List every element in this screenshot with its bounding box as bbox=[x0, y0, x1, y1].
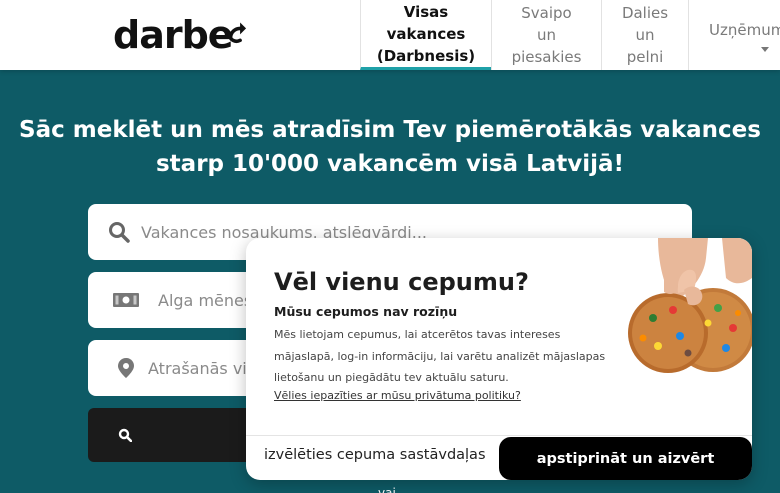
cookie-consent-dialog: Vēl vienu cepumu? Mūsu cepumos nav rozīņ… bbox=[246, 238, 752, 480]
choose-cookie-ingredients-button[interactable]: izvēlēties cepuma sastāvdaļas bbox=[264, 447, 486, 463]
search-icon bbox=[108, 221, 130, 243]
nav-tab-label-line: vakances bbox=[386, 24, 466, 43]
cookie-subtitle: Mūsu cepumos nav rozīņu bbox=[274, 304, 458, 319]
nav-tab-swipe-apply[interactable]: Svaipo un piesakies bbox=[491, 0, 601, 70]
nav-tab-label: Uzņēmumi bbox=[709, 20, 780, 39]
hero-title-line: Sāc meklēt un mēs atradīsim Tev piemērot… bbox=[19, 117, 761, 143]
nav-tab-label-line: Dalies bbox=[621, 4, 669, 22]
search-button-icon bbox=[118, 427, 133, 446]
cookie-title: Vēl vienu cepumu? bbox=[274, 268, 529, 296]
nav-tab-label-line: Visas bbox=[403, 2, 449, 21]
hero-title-line: starp 10'000 vakancēm visā Latvijā! bbox=[155, 151, 625, 177]
salary-placeholder: Alga mēnesī bbox=[158, 291, 257, 310]
nav-tab-label-line: Svaipo bbox=[521, 4, 572, 22]
nav-tab-label-line: piesakies bbox=[511, 48, 582, 66]
darbe-logo[interactable]: darbe bbox=[113, 14, 248, 56]
top-header: darbe Visas vakances (Darbnesis) Svaipo … bbox=[0, 0, 780, 70]
location-pin-icon bbox=[118, 358, 134, 378]
or-divider-text: vai bbox=[378, 486, 396, 493]
money-icon bbox=[113, 292, 139, 308]
chevron-down-icon bbox=[761, 46, 769, 52]
confirm-and-close-button[interactable]: apstiprināt un aizvērt bbox=[499, 437, 752, 480]
nav-tab-label-line: (Darbnesis) bbox=[376, 46, 476, 65]
nav-tab-label-line: un bbox=[635, 26, 655, 44]
privacy-policy-link[interactable]: Vēlies iepazīties ar mūsu privātuma poli… bbox=[274, 389, 521, 402]
nav-tab-companies[interactable]: Uzņēmumi bbox=[688, 0, 780, 70]
nav-tab-all-vacancies[interactable]: Visas vakances (Darbnesis) bbox=[360, 0, 491, 70]
logo-text: darbe bbox=[113, 13, 234, 57]
arrow-up-logo-icon bbox=[227, 22, 246, 44]
nav-tab-label-line: pelni bbox=[626, 48, 664, 66]
cookie-description: Mēs lietojam cepumus, lai atcerētos tava… bbox=[274, 328, 606, 384]
hero-title: Sāc meklēt un mēs atradīsim Tev piemērot… bbox=[0, 113, 780, 181]
main-nav: Visas vakances (Darbnesis) Svaipo un pie… bbox=[360, 0, 780, 70]
cookie-actions: izvēlēties cepuma sastāvdaļas apstiprinā… bbox=[246, 435, 752, 480]
nav-tab-share-earn[interactable]: Dalies un pelni bbox=[601, 0, 688, 70]
nav-tab-label-line: un bbox=[536, 26, 556, 44]
cookie-image bbox=[628, 238, 752, 373]
